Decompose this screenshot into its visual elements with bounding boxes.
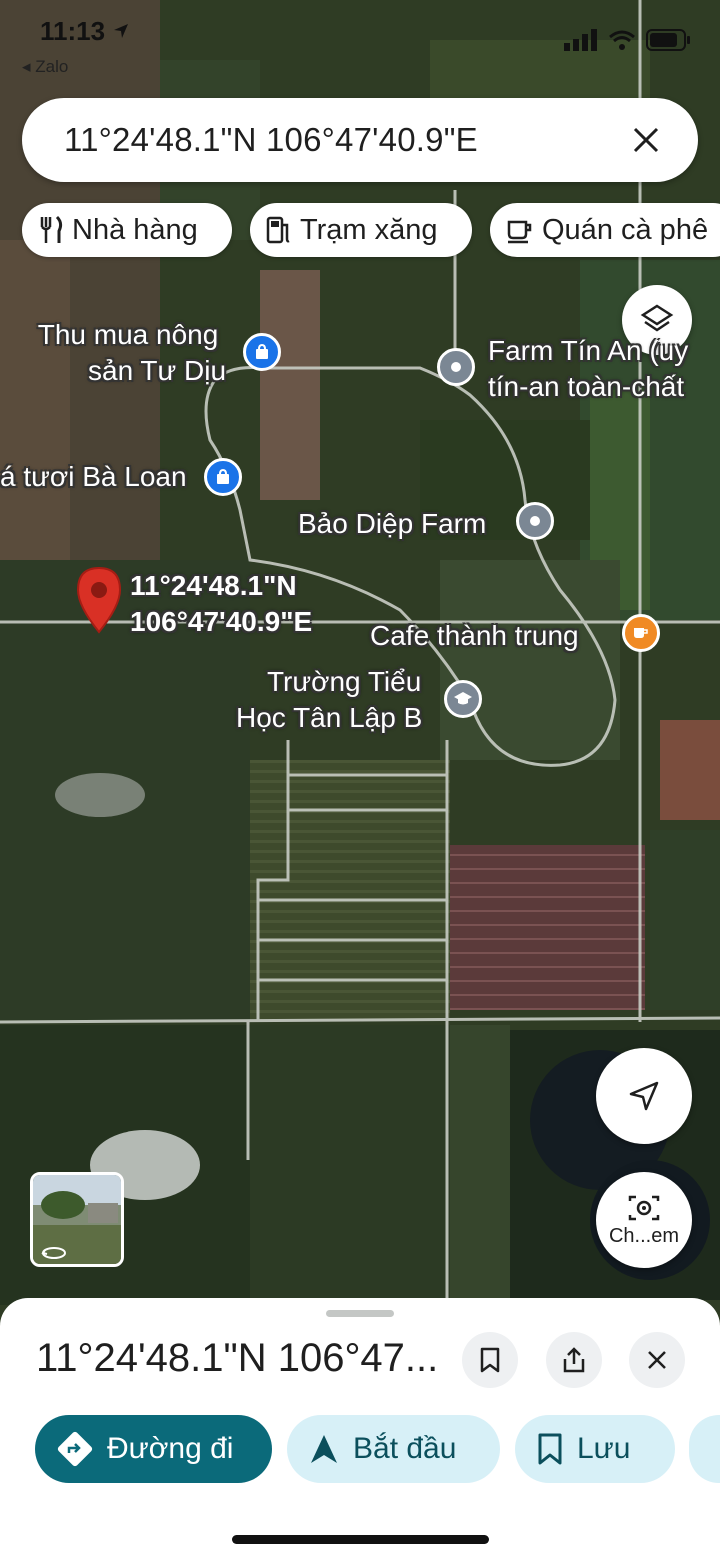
- start-label: Bắt đầu: [353, 1432, 457, 1465]
- place-label-thu-mua[interactable]: Thu mua nông sản Tư Dịu: [30, 317, 226, 389]
- school-icon[interactable]: [444, 680, 482, 718]
- home-indicator: [232, 1535, 489, 1544]
- place-label-truong-tieu-hoc[interactable]: Trường Tiểu Học Tân Lập B: [236, 664, 422, 736]
- 360-rotate-icon: [41, 1247, 66, 1259]
- directions-label: Đường đi: [107, 1432, 234, 1465]
- save-label: Lưu: [577, 1432, 631, 1465]
- wifi-icon: [609, 30, 635, 50]
- shopping-bag-icon[interactable]: [204, 458, 242, 496]
- close-icon: [648, 1351, 666, 1369]
- my-location-button[interactable]: [596, 1048, 692, 1144]
- directions-button[interactable]: Đường đi: [35, 1415, 272, 1483]
- status-icons: [564, 28, 692, 52]
- search-query[interactable]: 11°24'48.1"N 106°47'40.9"E: [64, 121, 616, 159]
- chip-coffee[interactable]: Quán cà phê: [490, 203, 720, 257]
- directions-icon: [57, 1431, 93, 1467]
- lens-camera-button[interactable]: Ch...em: [596, 1172, 692, 1268]
- place-label-ba-loan[interactable]: á tươi Bà Loan: [0, 459, 187, 495]
- place-bottom-sheet[interactable]: 11°24'48.1"N 106°47... Đường đi Bắt đầu …: [0, 1298, 720, 1558]
- clear-search-button[interactable]: [616, 110, 676, 170]
- save-bookmark-button[interactable]: [462, 1332, 518, 1388]
- sheet-drag-handle[interactable]: [326, 1310, 394, 1317]
- shopping-bag-icon[interactable]: [243, 333, 281, 371]
- gas-station-icon: [266, 215, 292, 245]
- more-actions-button[interactable]: [689, 1415, 720, 1483]
- save-button[interactable]: Lưu: [515, 1415, 675, 1483]
- coffee-icon[interactable]: [622, 614, 660, 652]
- signal-icon: [564, 29, 597, 51]
- search-bar[interactable]: 11°24'48.1"N 106°47'40.9"E: [22, 98, 698, 182]
- place-icon[interactable]: [516, 502, 554, 540]
- chip-restaurants[interactable]: Nhà hàng: [22, 203, 232, 257]
- chip-label: Quán cà phê: [542, 213, 709, 246]
- share-icon: [563, 1347, 585, 1373]
- chip-gas-stations[interactable]: Trạm xăng: [250, 203, 472, 257]
- camera-icon: [628, 1195, 660, 1220]
- bookmark-icon: [537, 1433, 563, 1465]
- battery-icon: [646, 29, 690, 51]
- chip-label: Trạm xăng: [300, 213, 438, 246]
- back-to-app-link[interactable]: ◂ Zalo: [22, 57, 68, 77]
- start-navigation-button[interactable]: Bắt đầu: [287, 1415, 500, 1483]
- navigation-icon: [309, 1433, 339, 1465]
- chip-label: Nhà hàng: [72, 213, 198, 246]
- category-chips: Nhà hàng Trạm xăng Quán cà phê: [22, 203, 720, 257]
- close-sheet-button[interactable]: [629, 1332, 685, 1388]
- dropped-pin-icon[interactable]: [76, 566, 122, 634]
- close-icon: [633, 127, 659, 153]
- coffee-icon: [506, 216, 534, 244]
- dropped-pin-label: 11°24'48.1"N 106°47'40.9"E: [130, 570, 313, 637]
- status-time: 11:13: [40, 16, 130, 47]
- place-label-farm-tin-an[interactable]: Farm Tín An (uy tín-an toàn-chất: [488, 333, 688, 405]
- navigation-arrow-icon: [629, 1081, 659, 1111]
- bookmark-icon: [480, 1347, 500, 1373]
- place-label-bao-diep[interactable]: Bảo Diệp Farm: [298, 506, 486, 542]
- street-view-thumbnail[interactable]: [30, 1172, 124, 1267]
- place-label-cafe-thanh-trung[interactable]: Cafe thành trung: [370, 618, 579, 654]
- lens-button-label: Ch...em: [608, 1224, 680, 1247]
- status-bar: 11:13 ◂ Zalo: [0, 0, 720, 80]
- place-icon[interactable]: [437, 348, 475, 386]
- place-title: 11°24'48.1"N 106°47...: [36, 1336, 439, 1380]
- location-arrow-icon: [114, 24, 129, 38]
- share-button[interactable]: [546, 1332, 602, 1388]
- restaurant-icon: [38, 215, 64, 245]
